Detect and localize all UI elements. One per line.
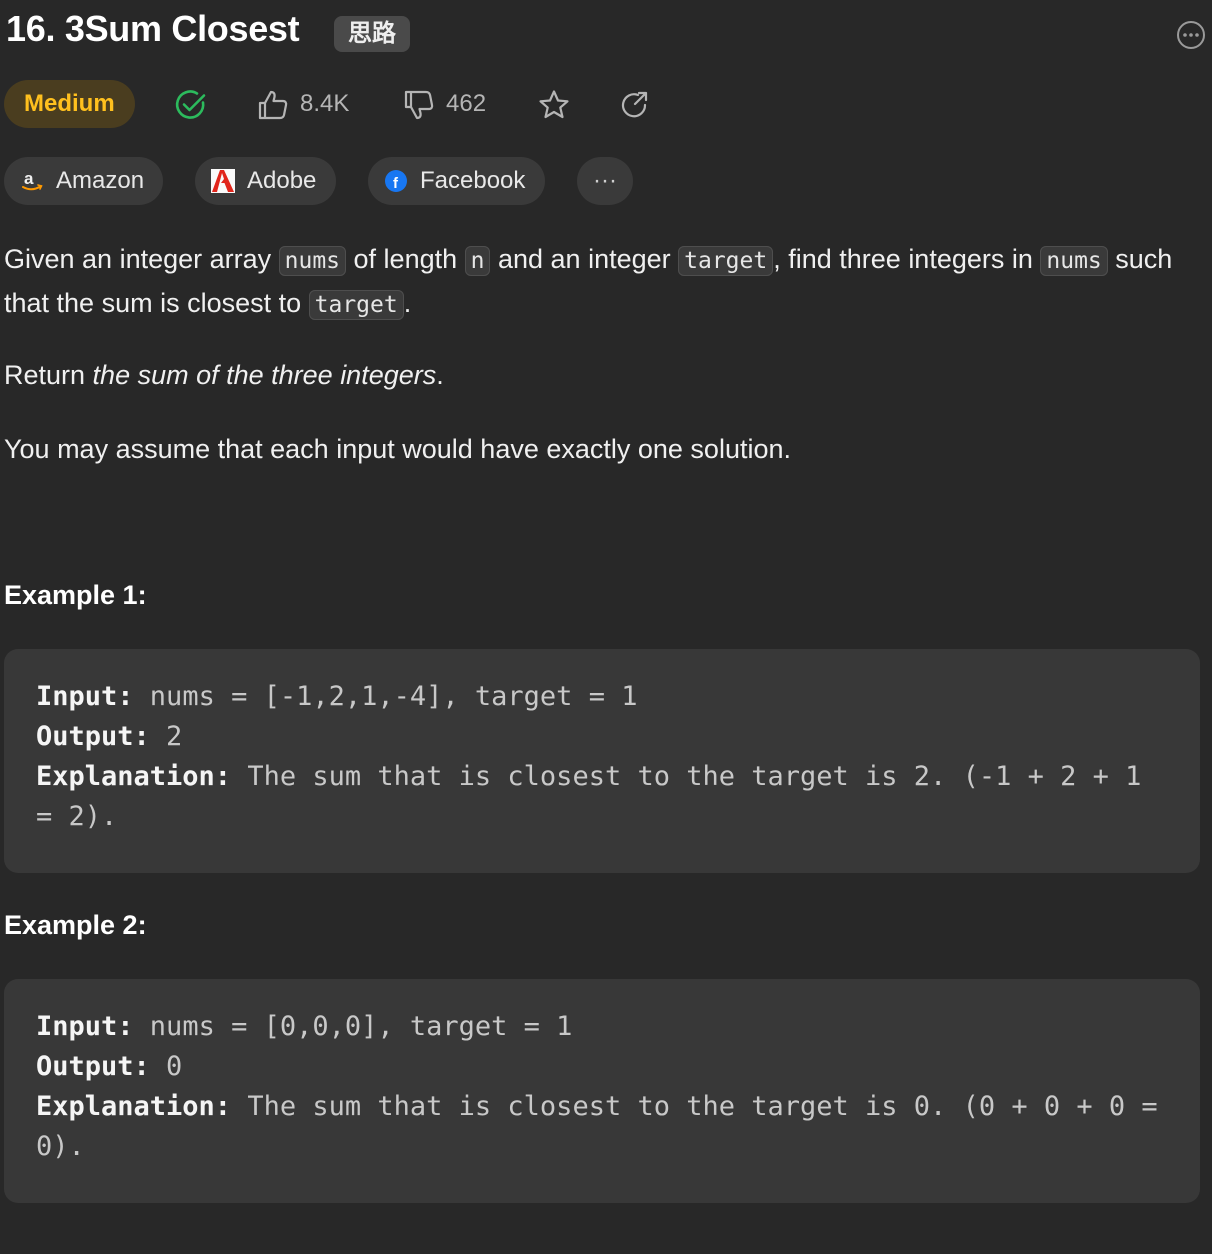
example-1-title: Example 1: bbox=[4, 580, 147, 610]
problem-title: 16. 3Sum Closest bbox=[6, 8, 300, 49]
thumbs-up-icon[interactable] bbox=[256, 88, 290, 122]
title-row: 16. 3Sum Closest 思路 bbox=[6, 8, 1212, 56]
solved-check-icon bbox=[175, 90, 206, 119]
company-name: Amazon bbox=[56, 167, 145, 194]
more-companies-button[interactable]: ··· bbox=[577, 157, 633, 205]
inline-code: nums bbox=[278, 246, 347, 276]
company-tags: a Amazon Adobe f Facebook ··· bbox=[4, 157, 1212, 205]
company-name: Adobe bbox=[247, 167, 317, 194]
description-paragraph-1: Given an integer array nums of length n … bbox=[4, 244, 1173, 320]
svg-text:a: a bbox=[24, 169, 34, 188]
example-2-title: Example 2: bbox=[4, 910, 147, 940]
example-2-box: Input: nums = [0,0,0], target = 1 Output… bbox=[4, 979, 1200, 1203]
difficulty-badge: Medium bbox=[4, 80, 135, 128]
company-name: Facebook bbox=[420, 167, 526, 194]
solution-hint-tag[interactable]: 思路 bbox=[334, 16, 410, 52]
inline-code: target bbox=[308, 290, 404, 320]
company-tag-amazon[interactable]: a Amazon bbox=[4, 157, 163, 205]
facebook-logo-icon: f bbox=[385, 170, 407, 192]
company-tag-adobe[interactable]: Adobe bbox=[195, 157, 336, 205]
dislikes-count: 462 bbox=[446, 90, 487, 117]
likes-count: 8.4K bbox=[300, 90, 350, 117]
description-paragraph-2: Return the sum of the three integers. bbox=[4, 360, 444, 390]
meta-row: Medium 8.4K 462 bbox=[4, 80, 1212, 128]
inline-code: n bbox=[464, 246, 491, 276]
star-icon[interactable] bbox=[537, 88, 571, 122]
amazon-logo-icon: a bbox=[22, 169, 43, 191]
example-1-box: Input: nums = [-1,2,1,-4], target = 1 Ou… bbox=[4, 649, 1200, 873]
more-options-icon[interactable] bbox=[1176, 20, 1206, 50]
share-icon[interactable] bbox=[617, 88, 651, 122]
thumbs-down-icon[interactable] bbox=[402, 88, 436, 122]
inline-code: nums bbox=[1040, 246, 1108, 276]
company-tag-facebook[interactable]: f Facebook bbox=[368, 157, 545, 205]
description-paragraph-3: You may assume that each input would hav… bbox=[4, 434, 791, 464]
inline-code: target bbox=[678, 246, 774, 276]
adobe-logo-icon bbox=[211, 169, 235, 193]
